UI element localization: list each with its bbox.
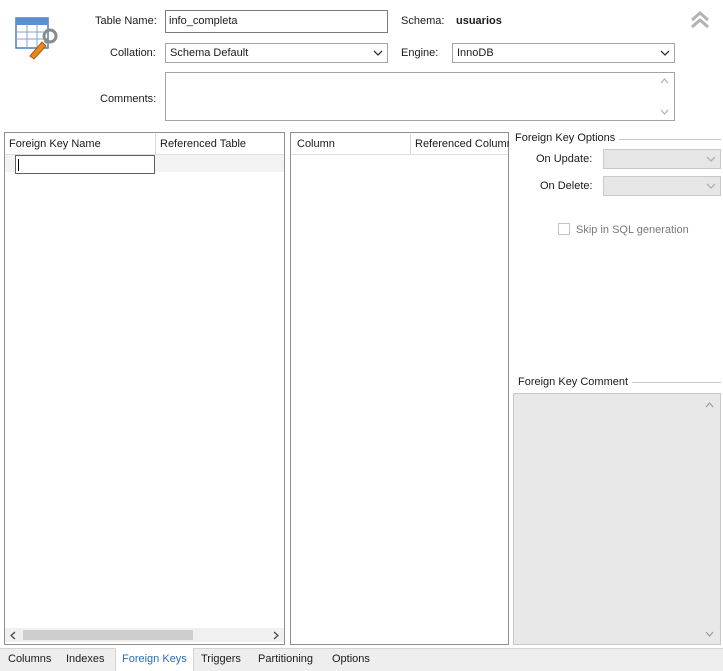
fk-name-column-header[interactable]: Foreign Key Name — [5, 134, 156, 154]
editor-tab-bar: Columns Indexes Foreign Keys Triggers Pa… — [0, 648, 723, 671]
chevron-down-icon — [706, 183, 716, 189]
referenced-table-column-header[interactable]: Referenced Table — [156, 134, 286, 154]
tab-indexes[interactable]: Indexes — [60, 649, 111, 671]
referenced-column-column-header[interactable]: Referenced Column — [411, 134, 509, 154]
on-delete-label: On Delete: — [540, 180, 593, 192]
column-table-header: Column Referenced Column — [291, 134, 509, 155]
fk-options-title: Foreign Key Options — [515, 132, 620, 144]
schema-label: Schema: — [401, 15, 445, 27]
table-row[interactable] — [5, 155, 284, 174]
collation-label: Collation: — [110, 47, 156, 59]
collation-select[interactable]: Schema Default — [165, 43, 388, 63]
tab-foreign-keys[interactable]: Foreign Keys — [115, 648, 194, 671]
scroll-up-icon[interactable] — [660, 77, 669, 84]
double-chevron-up-icon[interactable] — [689, 10, 711, 30]
fk-comment-textarea[interactable] — [513, 393, 721, 645]
on-delete-select[interactable] — [603, 176, 721, 196]
table-name-input[interactable]: info_completa — [165, 10, 388, 33]
fk-name-edit-input[interactable] — [15, 155, 155, 174]
schema-value: usuarios — [456, 15, 502, 27]
on-update-label: On Update: — [536, 153, 593, 165]
table-edit-icon — [14, 14, 58, 60]
table-name-label: Table Name: — [95, 15, 157, 27]
chevron-down-icon — [373, 50, 383, 56]
skip-sql-checkbox[interactable] — [558, 223, 570, 235]
column-column-header[interactable]: Column — [291, 134, 411, 154]
scroll-up-icon[interactable] — [705, 401, 714, 408]
scroll-left-icon[interactable] — [10, 631, 16, 640]
chevron-down-icon — [660, 50, 670, 56]
scroll-right-icon[interactable] — [273, 631, 279, 640]
scrollbar-thumb[interactable] — [23, 630, 193, 640]
tab-columns[interactable]: Columns — [2, 649, 57, 671]
tab-triggers[interactable]: Triggers — [195, 649, 247, 671]
engine-value: InnoDB — [457, 47, 494, 59]
text-cursor — [18, 159, 19, 171]
scroll-down-icon[interactable] — [705, 631, 714, 638]
tab-options[interactable]: Options — [326, 649, 376, 671]
fk-comment-title: Foreign Key Comment — [515, 376, 633, 388]
on-update-select[interactable] — [603, 149, 721, 169]
comments-textarea[interactable] — [165, 72, 675, 121]
comments-label: Comments: — [100, 93, 157, 105]
skip-sql-label: Skip in SQL generation — [576, 224, 689, 236]
column-mapping-table[interactable]: Column Referenced Column — [290, 132, 509, 645]
horizontal-scrollbar[interactable] — [5, 628, 284, 642]
scroll-down-icon[interactable] — [660, 109, 669, 116]
engine-label: Engine: — [401, 47, 439, 59]
foreign-key-table[interactable]: Foreign Key Name Referenced Table — [4, 132, 285, 645]
tab-partitioning[interactable]: Partitioning — [252, 649, 319, 671]
engine-select[interactable]: InnoDB — [452, 43, 675, 63]
chevron-down-icon — [706, 156, 716, 162]
fk-table-header: Foreign Key Name Referenced Table — [5, 134, 284, 155]
collation-value: Schema Default — [170, 47, 249, 59]
